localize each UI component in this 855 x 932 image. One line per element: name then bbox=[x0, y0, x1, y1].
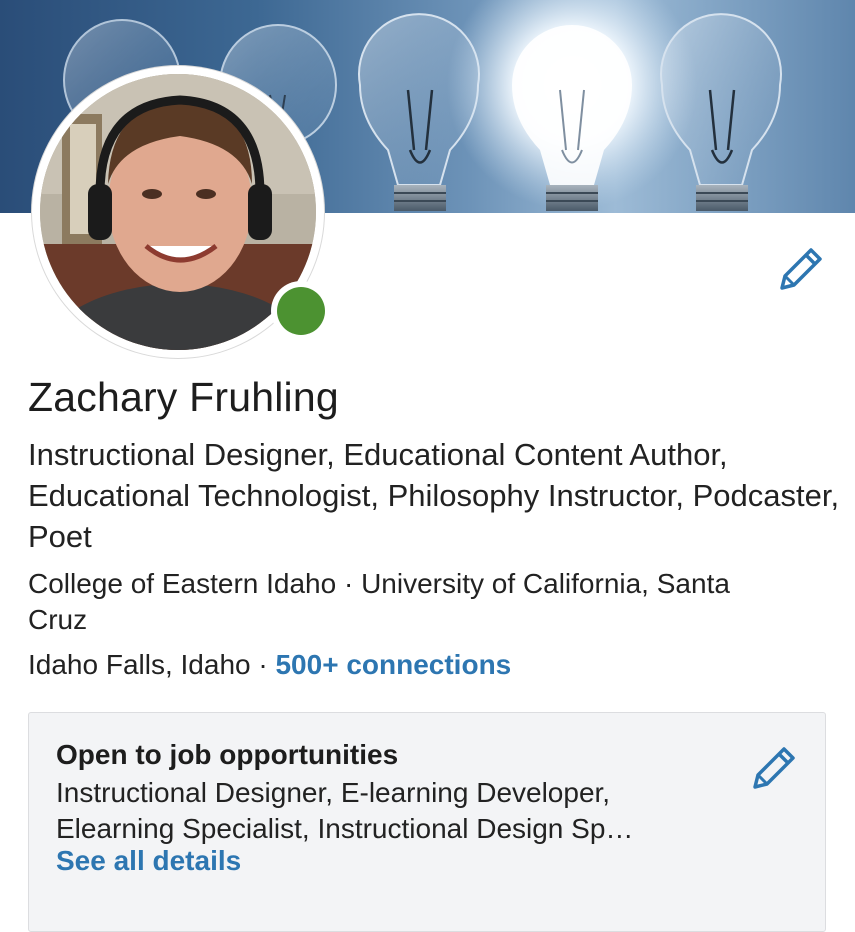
profile-name: Zachary Fruhling bbox=[28, 374, 339, 420]
profile-photo-frame[interactable] bbox=[32, 66, 331, 358]
separator-dot: · bbox=[250, 649, 276, 680]
online-status-dot bbox=[277, 287, 325, 335]
profile-headline: Instructional Designer, Educational Cont… bbox=[28, 437, 840, 554]
location-and-connections: Idaho Falls, Idaho · 500+ connections bbox=[28, 646, 511, 684]
connections-link[interactable]: 500+ connections bbox=[275, 649, 511, 680]
pencil-icon bbox=[780, 248, 822, 290]
pencil-icon bbox=[753, 747, 795, 789]
edit-job-preferences-button[interactable] bbox=[749, 743, 799, 793]
see-all-details-link[interactable]: See all details bbox=[56, 845, 241, 877]
job-card-title: Open to job opportunities bbox=[56, 739, 399, 770]
open-to-job-opportunities-card[interactable]: Open to job opportunities Instructional … bbox=[28, 712, 826, 932]
profile-location: Idaho Falls, Idaho bbox=[28, 649, 251, 680]
edit-profile-button[interactable] bbox=[776, 244, 826, 294]
job-card-description: Instructional Designer, E-learning Devel… bbox=[56, 777, 634, 844]
profile-education: College of Eastern Idaho · University of… bbox=[28, 568, 730, 635]
online-status-indicator bbox=[271, 281, 331, 341]
